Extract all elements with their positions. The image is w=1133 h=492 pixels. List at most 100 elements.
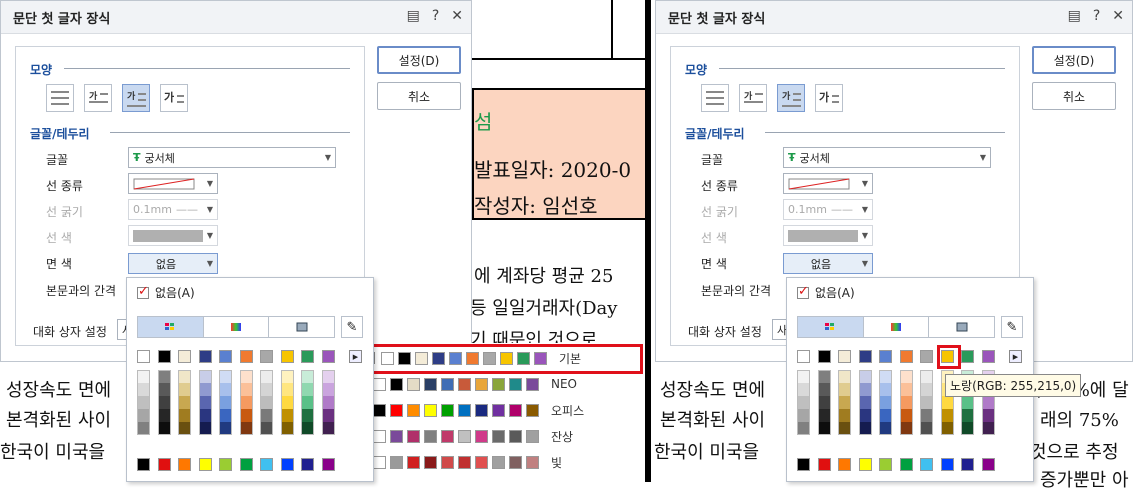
palette-theme-1[interactable]: NEO — [373, 374, 577, 394]
color-swatch[interactable] — [981, 350, 995, 363]
color-swatch[interactable] — [899, 458, 913, 471]
ok-button[interactable]: 설정(D) — [1032, 46, 1116, 74]
color-swatch[interactable] — [219, 383, 232, 396]
color-swatch[interactable] — [920, 350, 933, 363]
color-swatch[interactable] — [239, 458, 253, 471]
color-swatch[interactable] — [920, 396, 933, 409]
color-swatch[interactable] — [879, 350, 892, 363]
palette-theme-2[interactable]: 오피스 — [373, 400, 584, 420]
color-swatch[interactable] — [961, 409, 974, 422]
color-swatch[interactable] — [280, 409, 294, 422]
fill-color-select[interactable]: 없음 ▼ — [128, 253, 218, 274]
tab-image[interactable] — [929, 317, 994, 337]
color-swatch[interactable] — [239, 350, 253, 363]
color-swatch[interactable] — [301, 409, 314, 422]
shape-none-option[interactable] — [701, 84, 729, 112]
no-color-option[interactable]: 없음(A) — [137, 284, 195, 301]
color-swatch[interactable] — [961, 350, 974, 363]
color-swatch[interactable] — [219, 422, 232, 435]
color-swatch[interactable] — [301, 422, 314, 435]
color-swatch[interactable] — [260, 370, 273, 383]
tab-palette[interactable] — [798, 317, 864, 337]
eyedropper-icon[interactable]: ✎ — [341, 316, 363, 338]
color-swatch[interactable] — [879, 458, 892, 471]
color-swatch[interactable] — [260, 383, 273, 396]
color-swatch[interactable] — [219, 409, 232, 422]
color-swatch[interactable] — [157, 458, 171, 471]
color-swatch[interactable] — [280, 422, 294, 435]
color-swatch[interactable] — [280, 350, 294, 363]
color-swatch[interactable] — [899, 350, 913, 363]
color-swatch[interactable] — [879, 422, 892, 435]
tab-spectrum[interactable] — [204, 317, 270, 337]
color-swatch[interactable] — [178, 370, 191, 383]
color-swatch[interactable] — [137, 458, 150, 471]
color-swatch[interactable] — [797, 422, 810, 435]
no-color-option[interactable]: 없음(A) — [797, 284, 855, 301]
color-swatch[interactable] — [198, 422, 212, 435]
color-swatch[interactable] — [981, 396, 995, 409]
shape-three-lines-option[interactable]: 가 — [777, 84, 805, 112]
color-swatch[interactable] — [219, 396, 232, 409]
color-swatch[interactable] — [961, 396, 974, 409]
color-swatch[interactable] — [838, 458, 851, 471]
color-swatch[interactable] — [981, 458, 995, 471]
eyedropper-icon[interactable]: ✎ — [1001, 316, 1023, 338]
color-swatch[interactable] — [280, 370, 294, 383]
color-swatch[interactable] — [838, 409, 851, 422]
palette-theme-4[interactable]: 빛 — [373, 452, 562, 472]
chevron-right-icon[interactable]: ▶ — [349, 350, 362, 363]
chevron-right-icon[interactable]: ▶ — [1009, 350, 1022, 363]
color-swatch[interactable] — [198, 370, 212, 383]
color-swatch[interactable] — [321, 422, 335, 435]
color-swatch[interactable] — [178, 458, 191, 471]
shape-none-option[interactable] — [46, 84, 74, 112]
color-swatch[interactable] — [137, 396, 150, 409]
color-swatch[interactable] — [879, 396, 892, 409]
checkbox[interactable] — [797, 284, 809, 299]
tab-image[interactable] — [269, 317, 334, 337]
color-swatch[interactable] — [797, 350, 810, 363]
color-swatch[interactable] — [858, 458, 872, 471]
color-swatch[interactable] — [137, 350, 150, 363]
color-swatch[interactable] — [858, 422, 872, 435]
color-swatch[interactable] — [198, 409, 212, 422]
font-select[interactable]: Ŧ 궁서체 ▼ — [128, 147, 336, 168]
color-swatch[interactable] — [981, 422, 995, 435]
shape-margin-option[interactable]: 가 — [815, 84, 843, 112]
color-swatch[interactable] — [817, 370, 831, 383]
color-swatch[interactable] — [301, 458, 314, 471]
color-swatch[interactable] — [157, 396, 171, 409]
tab-spectrum[interactable] — [864, 317, 930, 337]
color-swatch[interactable] — [280, 396, 294, 409]
color-swatch[interactable] — [321, 396, 335, 409]
color-swatch[interactable] — [940, 422, 954, 435]
close-icon[interactable]: ✕ — [451, 8, 463, 24]
shape-three-lines-option[interactable]: 가 — [122, 84, 150, 112]
color-swatch[interactable] — [157, 422, 171, 435]
tab-palette[interactable] — [138, 317, 204, 337]
color-swatch[interactable] — [137, 370, 150, 383]
color-swatch[interactable] — [219, 458, 232, 471]
color-swatch[interactable] — [157, 350, 171, 363]
color-swatch[interactable] — [879, 370, 892, 383]
color-swatch[interactable] — [198, 458, 212, 471]
color-swatch[interactable] — [858, 350, 872, 363]
shape-margin-option[interactable]: 가 — [160, 84, 188, 112]
color-swatch[interactable] — [797, 458, 810, 471]
checkbox[interactable] — [137, 284, 149, 299]
color-swatch[interactable] — [178, 396, 191, 409]
color-swatch[interactable] — [940, 396, 954, 409]
color-swatch[interactable] — [879, 383, 892, 396]
color-swatch[interactable] — [137, 422, 150, 435]
color-swatch[interactable] — [219, 370, 232, 383]
color-swatch[interactable] — [178, 409, 191, 422]
color-swatch[interactable] — [838, 422, 851, 435]
color-swatch[interactable] — [321, 350, 335, 363]
color-swatch[interactable] — [280, 383, 294, 396]
color-swatch[interactable] — [260, 422, 273, 435]
line-type-select[interactable]: ▼ — [128, 173, 218, 194]
color-swatch[interactable] — [797, 370, 810, 383]
cancel-button[interactable]: 취소 — [1032, 82, 1116, 110]
color-swatch[interactable] — [899, 409, 913, 422]
